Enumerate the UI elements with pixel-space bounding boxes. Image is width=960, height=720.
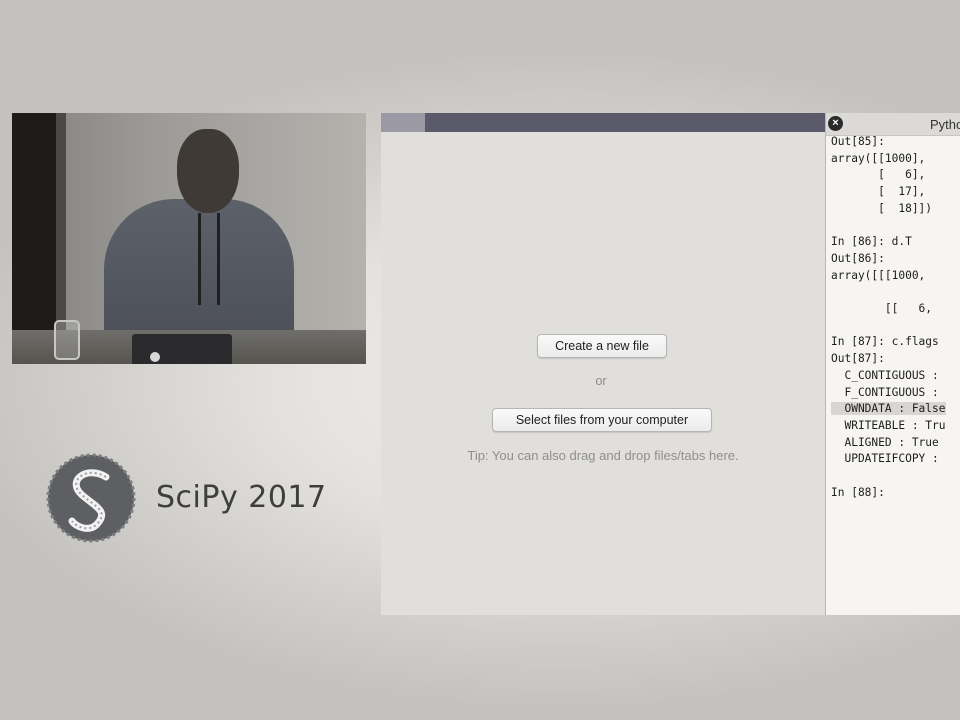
drag-drop-tip: Tip: You can also drag and drop files/ta… [467, 448, 739, 463]
python-console[interactable]: × Pytho Out[85]: array([[1000], [ 6], [ … [826, 113, 960, 615]
console-line: In [86]: d.T [831, 235, 912, 249]
create-new-file-button[interactable]: Create a new file [537, 334, 667, 358]
console-line: UPDATEIFCOPY : [831, 452, 939, 466]
tab-placeholder[interactable] [381, 113, 425, 132]
laptop [132, 334, 232, 364]
editor-panel [381, 113, 827, 615]
conference-title: SciPy 2017 [156, 480, 327, 515]
console-line: F_CONTIGUOUS : [831, 385, 939, 399]
speaker-video [12, 113, 366, 364]
console-header: × Pytho [826, 113, 960, 136]
console-line: array([[[1000, [831, 268, 926, 282]
console-line: [ 6], [831, 168, 926, 182]
water-glass [54, 320, 80, 360]
console-line: WRITEABLE : Tru [831, 418, 946, 432]
speaker-head [177, 129, 239, 213]
console-line: C_CONTIGUOUS : [831, 368, 939, 382]
or-separator: or [595, 374, 607, 388]
console-title: Pytho [930, 117, 960, 132]
console-line: [ 18]]) [831, 201, 933, 215]
tab-bar [381, 113, 825, 132]
console-line: Out[86]: [831, 251, 885, 265]
console-line: OWNDATA : False [831, 402, 946, 416]
select-files-button[interactable]: Select files from your computer [492, 408, 712, 432]
speaker-lanyard [198, 213, 220, 305]
console-line: [[ 6, [831, 302, 933, 316]
console-line: In [87]: c.flags [831, 335, 939, 349]
console-prompt[interactable]: In [88]: [831, 486, 885, 499]
console-line: Out[85]: [831, 135, 885, 148]
scipy-logo-icon [46, 453, 136, 543]
close-icon[interactable]: × [828, 116, 843, 131]
console-line: [ 17], [831, 185, 926, 199]
console-line: ALIGNED : True [831, 435, 939, 449]
laptop-logo-icon [150, 352, 160, 362]
console-line: Out[87]: [831, 352, 885, 366]
console-line: array([[1000], [831, 151, 926, 165]
console-output: Out[85]: array([[1000], [ 6], [ 17], [ 1… [831, 134, 946, 501]
